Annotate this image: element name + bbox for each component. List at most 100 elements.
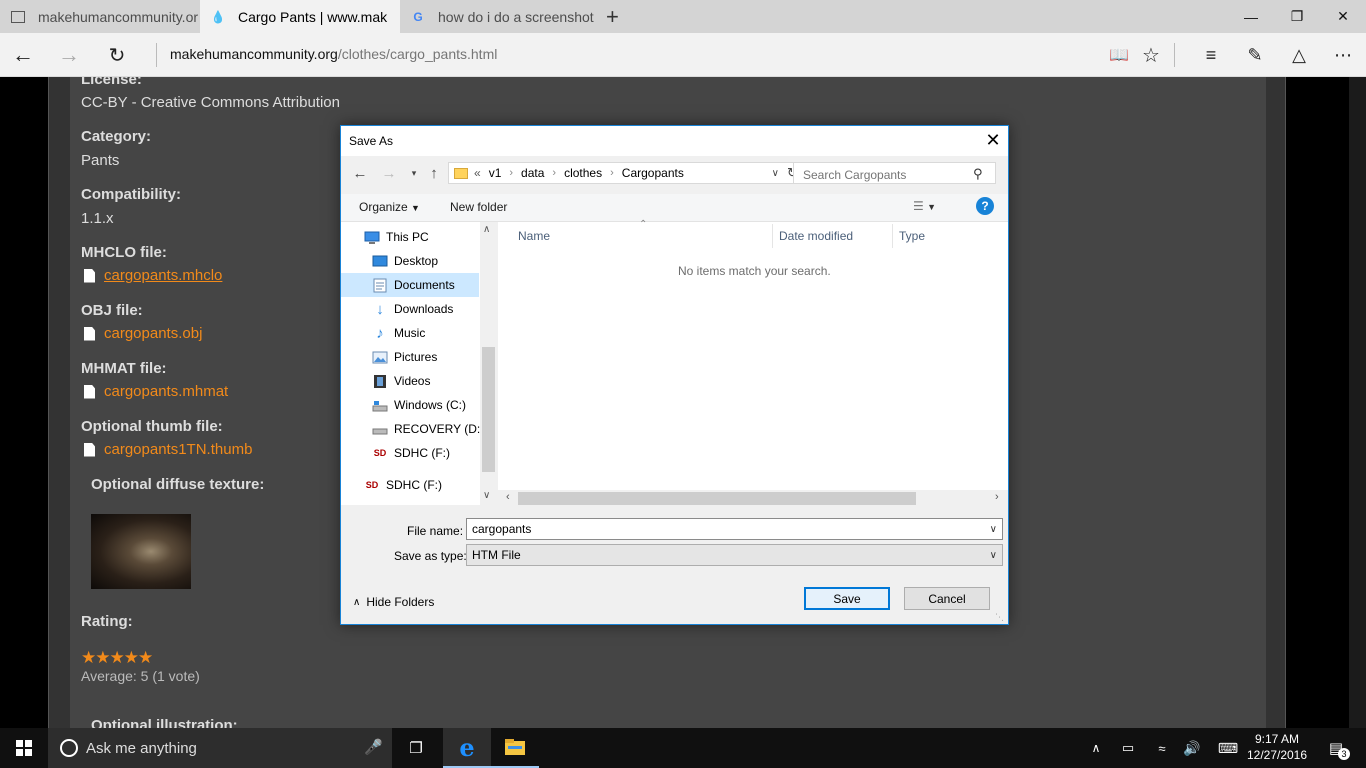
hide-folders-toggle[interactable]: ∧ Hide Folders xyxy=(353,595,434,609)
thumb-link[interactable]: cargopants1TN.thumb xyxy=(84,441,252,458)
scroll-right-icon[interactable]: › xyxy=(995,491,999,503)
microphone-icon[interactable]: 🎤 xyxy=(364,738,383,756)
nav-item-videos[interactable]: Videos xyxy=(341,369,479,393)
dialog-close-icon[interactable]: ✕ xyxy=(977,126,1009,155)
keyboard-icon[interactable]: ⌨ xyxy=(1214,728,1242,768)
tab-cargo-pants[interactable]: 💧 Cargo Pants | www.mak xyxy=(200,0,400,33)
obj-link[interactable]: cargopants.obj xyxy=(84,325,202,342)
share-icon[interactable]: △ xyxy=(1276,33,1322,77)
mhmat-label: MHMAT file: xyxy=(81,360,167,377)
recent-locations-icon[interactable]: ▾ xyxy=(403,162,425,184)
hub-icon[interactable]: ≡ xyxy=(1188,33,1234,77)
breadcrumb-v1[interactable]: v1 xyxy=(489,166,502,180)
nav-item-downloads[interactable]: ↓ Downloads xyxy=(341,297,479,321)
chevron-right-icon[interactable]: › xyxy=(509,167,513,179)
clock[interactable]: 9:17 AM 12/27/2016 xyxy=(1240,731,1314,763)
command-bar xyxy=(341,194,1008,222)
nav-item-sdhc-f-root[interactable]: SD SDHC (F:) xyxy=(341,473,479,497)
breadcrumb-data[interactable]: data xyxy=(521,166,544,180)
minimize-button[interactable]: — xyxy=(1228,0,1274,33)
horizontal-scrollbar[interactable]: ‹ › xyxy=(498,490,1008,507)
page-scrollbar[interactable] xyxy=(1349,77,1366,728)
edge-taskbar-icon[interactable]: e xyxy=(443,728,491,768)
scroll-thumb[interactable] xyxy=(518,492,916,505)
back-button[interactable]: ← xyxy=(0,33,46,77)
nav-item-this-pc[interactable]: This PC xyxy=(341,225,479,249)
column-divider[interactable] xyxy=(892,224,893,248)
breadcrumb-overflow[interactable]: « xyxy=(474,166,481,180)
chevron-right-icon[interactable]: › xyxy=(610,167,614,179)
rating-stars[interactable]: ★★★★★ xyxy=(81,648,153,668)
web-note-icon[interactable]: ✎ xyxy=(1232,33,1278,77)
column-header-name[interactable]: Name xyxy=(518,229,550,243)
chevron-down-icon[interactable]: ∨ xyxy=(990,550,997,561)
battery-icon[interactable]: ▭ xyxy=(1116,728,1140,768)
diffuse-texture-image[interactable] xyxy=(91,514,191,589)
cortana-search-box[interactable]: Ask me anything 🎤 xyxy=(48,728,392,768)
forward-button[interactable]: → xyxy=(46,33,92,77)
nav-item-documents[interactable]: Documents xyxy=(341,273,479,297)
nav-item-desktop[interactable]: Desktop xyxy=(341,249,479,273)
column-header-type[interactable]: Type xyxy=(899,229,925,243)
back-arrow-icon[interactable]: ← xyxy=(349,162,371,184)
nav-item-recovery-d[interactable]: RECOVERY (D:) xyxy=(341,417,484,441)
search-icon[interactable]: ⚲ xyxy=(973,166,983,182)
action-center-icon[interactable]: ▤ 3 xyxy=(1320,728,1352,768)
file-explorer-taskbar-icon[interactable] xyxy=(491,728,539,768)
search-input[interactable] xyxy=(793,162,996,184)
help-icon[interactable]: ? xyxy=(976,197,994,215)
new-tab-button[interactable]: + xyxy=(606,4,619,30)
show-hidden-icons-icon[interactable]: ∧ xyxy=(1084,728,1108,768)
breadcrumb[interactable]: « v1 › data › clothes › Cargopants ∨ xyxy=(448,162,784,184)
nav-label: Pictures xyxy=(394,350,438,364)
mhclo-link[interactable]: cargopants.mhclo xyxy=(84,267,222,284)
filename-input[interactable]: cargopants ∨ xyxy=(466,518,1003,540)
start-button[interactable] xyxy=(0,728,48,768)
chevron-down-icon[interactable]: ∨ xyxy=(990,524,997,535)
address-bar[interactable]: makehumancommunity.org/clothes/cargo_pan… xyxy=(170,46,497,62)
nav-scrollbar[interactable]: ∧ ∨ xyxy=(480,222,497,505)
view-options-icon[interactable]: ☰ ▼ xyxy=(913,199,936,213)
restore-button[interactable]: ❐ xyxy=(1274,0,1320,33)
forward-arrow-icon[interactable]: → xyxy=(378,162,400,184)
favorite-star-icon[interactable]: ☆ xyxy=(1128,33,1174,77)
column-divider[interactable] xyxy=(772,224,773,248)
volume-icon[interactable]: 🔊 xyxy=(1180,728,1204,768)
nav-label: SDHC (F:) xyxy=(394,446,450,460)
nav-item-music[interactable]: ♪ Music xyxy=(341,321,479,345)
mhclo-label: MHCLO file: xyxy=(81,244,167,261)
chevron-down-icon[interactable]: ∨ xyxy=(772,168,779,179)
scroll-left-icon[interactable]: ‹ xyxy=(506,491,510,503)
breadcrumb-cargopants[interactable]: Cargopants xyxy=(622,166,684,180)
tab-makehuman[interactable]: makehumancommunity.org xyxy=(0,0,200,33)
savetype-select[interactable]: HTM File ∨ xyxy=(466,544,1003,566)
nav-item-sdhc-f[interactable]: SD SDHC (F:) xyxy=(341,441,479,465)
mhmat-link[interactable]: cargopants.mhmat xyxy=(84,383,228,400)
close-window-button[interactable]: ✕ xyxy=(1320,0,1366,33)
navigation-bar: ← → ↻ makehumancommunity.org/clothes/car… xyxy=(0,33,1366,77)
save-button[interactable]: Save xyxy=(804,587,890,610)
dialog-titlebar xyxy=(341,126,1008,156)
sort-indicator-icon: ⌃ xyxy=(639,219,648,230)
task-view-icon[interactable]: ❐ xyxy=(394,728,438,768)
scroll-down-icon[interactable]: ∨ xyxy=(483,490,490,501)
more-icon[interactable]: ⋯ xyxy=(1320,33,1366,77)
address-path: /clothes/cargo_pants.html xyxy=(337,46,498,62)
chevron-right-icon[interactable]: › xyxy=(552,167,556,179)
nav-item-windows-c[interactable]: Windows (C:) xyxy=(341,393,479,417)
clock-time: 9:17 AM xyxy=(1254,732,1300,746)
cancel-button[interactable]: Cancel xyxy=(904,587,990,610)
nav-item-pictures[interactable]: Pictures xyxy=(341,345,479,369)
tab-google-search[interactable]: G how do i do a screenshot or xyxy=(400,0,600,33)
resize-grip-icon[interactable]: ⋱ xyxy=(995,612,1004,623)
refresh-button[interactable]: ↻ xyxy=(94,33,140,77)
breadcrumb-clothes[interactable]: clothes xyxy=(564,166,602,180)
organize-button[interactable]: Organize ▼ xyxy=(359,200,420,214)
scroll-up-icon[interactable]: ∧ xyxy=(483,224,490,235)
new-folder-button[interactable]: New folder xyxy=(450,200,507,214)
obj-link-text: cargopants.obj xyxy=(104,325,203,342)
wifi-icon[interactable]: ≈ xyxy=(1150,728,1174,768)
column-header-date[interactable]: Date modified xyxy=(779,229,853,243)
scroll-thumb[interactable] xyxy=(482,347,495,472)
up-arrow-icon[interactable]: ↑ xyxy=(423,162,445,184)
